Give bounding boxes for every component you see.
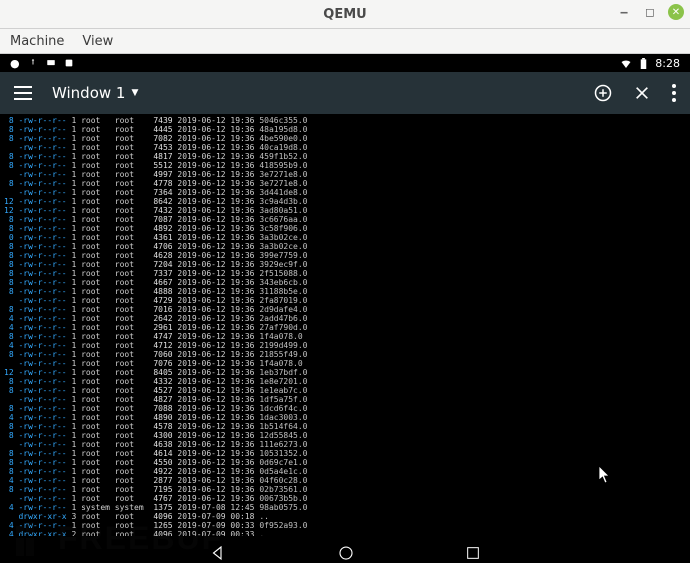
android-nav-bar <box>0 536 690 563</box>
minimize-button[interactable]: ‒ <box>616 4 632 20</box>
terminal-toolbar: Window 1 ▼ <box>0 72 690 114</box>
notification-dot-icon: ● <box>10 57 20 70</box>
storage-icon <box>64 58 74 68</box>
message-icon <box>46 58 56 68</box>
usb-debug-icon <box>28 58 38 68</box>
battery-icon <box>640 58 647 69</box>
dropdown-triangle-icon: ▼ <box>131 88 138 98</box>
android-status-bar: ● 8:28 <box>0 54 690 72</box>
qemu-menubar: Machine View <box>0 29 690 54</box>
close-button[interactable]: ✕ <box>668 4 684 20</box>
qemu-titlebar: QEMU ‒ ◻ ✕ <box>0 0 690 29</box>
nav-home-icon[interactable] <box>337 544 355 562</box>
menu-machine[interactable]: Machine <box>10 34 64 49</box>
terminal-window-selector[interactable]: Window 1 ▼ <box>52 84 574 102</box>
maximize-button[interactable]: ◻ <box>642 4 658 20</box>
nav-recent-icon[interactable] <box>465 545 481 561</box>
wifi-icon <box>620 58 632 68</box>
status-time: 8:28 <box>655 57 680 70</box>
nav-back-icon[interactable] <box>209 544 227 562</box>
menu-view[interactable]: View <box>82 34 113 49</box>
more-icon[interactable] <box>672 84 676 102</box>
add-tab-icon[interactable] <box>594 84 612 102</box>
close-tab-icon[interactable] <box>634 85 650 101</box>
terminal-output[interactable]: 8 -rw-r--r-- 1 root root 7439 2019-06-12… <box>0 114 690 536</box>
hamburger-icon[interactable] <box>14 86 32 100</box>
terminal-window-label: Window 1 <box>52 84 125 102</box>
window-title: QEMU <box>323 7 366 22</box>
